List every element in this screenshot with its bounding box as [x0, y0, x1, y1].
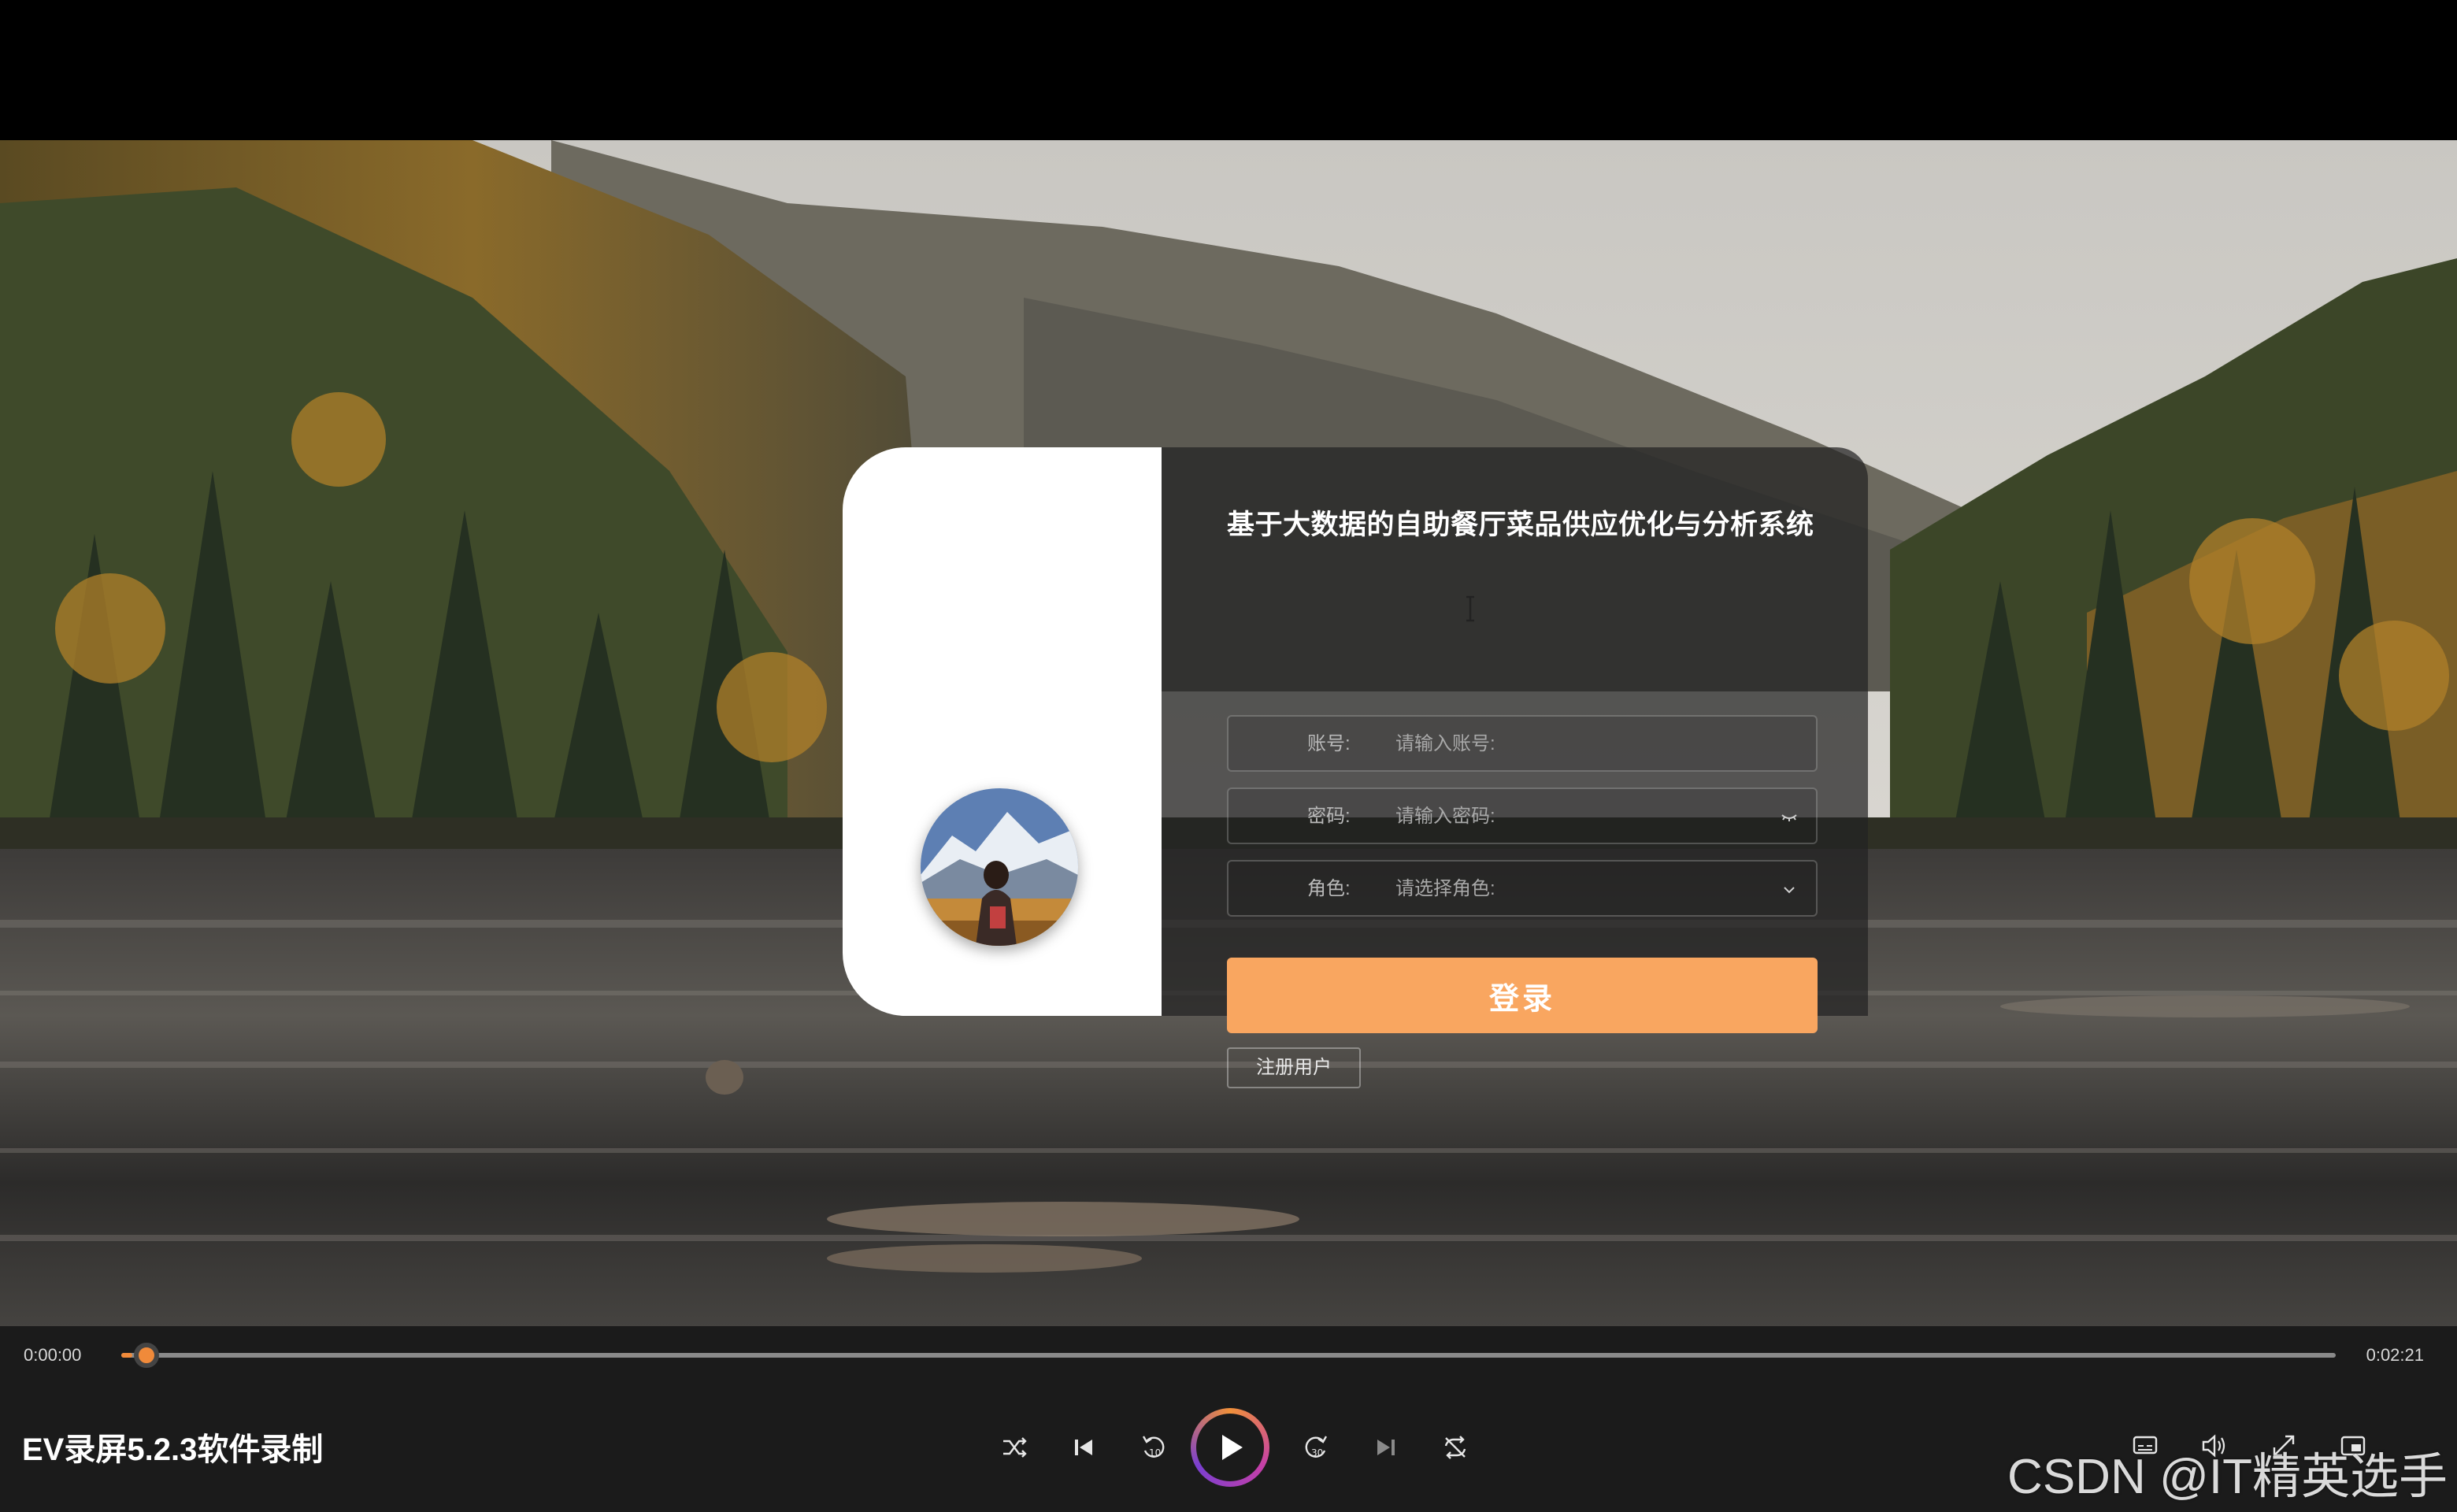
play-button[interactable]: [1191, 1408, 1269, 1487]
video-frame: 基于大数据的自助餐厅菜品供应优化与分析系统 账号: 请输入账号: 密码: 请输入…: [0, 140, 2457, 1326]
card-left-panel: [843, 447, 1162, 1016]
play-icon[interactable]: [1196, 1414, 1264, 1481]
account-field[interactable]: 账号: 请输入账号:: [1227, 715, 1818, 772]
media-player-bar: 0:00:00 0:02:21 EV录屏5.2.3软件录制 10 30 CSDN…: [0, 1326, 2457, 1512]
next-icon[interactable]: [1369, 1430, 1403, 1465]
previous-icon[interactable]: [1066, 1430, 1101, 1465]
svg-text:10: 10: [1149, 1447, 1161, 1458]
seek-bar-progress: [121, 1353, 133, 1358]
repeat-off-icon[interactable]: [1438, 1430, 1473, 1465]
card-right-panel: 基于大数据的自助餐厅菜品供应优化与分析系统 账号: 请输入账号: 密码: 请输入…: [1162, 447, 1868, 1088]
current-time: 0:00:00: [24, 1345, 82, 1365]
role-placeholder[interactable]: 请选择角色:: [1395, 862, 1495, 917]
total-time: 0:02:21: [2366, 1345, 2424, 1365]
avatar: [921, 788, 1078, 946]
account-placeholder[interactable]: 请输入账号:: [1395, 717, 1495, 772]
login-button[interactable]: 登录: [1227, 958, 1818, 1033]
account-label: 账号:: [1307, 733, 1351, 754]
password-placeholder[interactable]: 请输入密码:: [1395, 789, 1495, 844]
system-title: 基于大数据的自助餐厅菜品供应优化与分析系统: [1227, 510, 1814, 540]
eye-closed-icon[interactable]: [1780, 808, 1799, 827]
seek-thumb[interactable]: [134, 1343, 160, 1368]
role-select[interactable]: 角色: 请选择角色:: [1227, 860, 1818, 917]
password-field[interactable]: 密码: 请输入密码:: [1227, 788, 1818, 844]
video-title: EV录屏5.2.3软件录制: [22, 1432, 324, 1467]
role-label: 角色:: [1307, 878, 1351, 899]
rewind-10-icon[interactable]: 10: [1136, 1430, 1170, 1465]
seek-bar[interactable]: [121, 1343, 2336, 1368]
login-card: 基于大数据的自助餐厅菜品供应优化与分析系统 账号: 请输入账号: 密码: 请输入…: [843, 447, 1868, 1088]
watermark: CSDN @IT精英选手: [2007, 1450, 2448, 1504]
register-button[interactable]: 注册用户: [1227, 1047, 1361, 1088]
forward-30-icon[interactable]: 30: [1299, 1430, 1334, 1465]
shuffle-icon[interactable]: [997, 1430, 1032, 1465]
svg-text:30: 30: [1311, 1447, 1323, 1458]
text-cursor-icon: [1466, 595, 1474, 622]
chevron-down-icon[interactable]: [1780, 880, 1799, 899]
password-label: 密码:: [1307, 806, 1351, 827]
